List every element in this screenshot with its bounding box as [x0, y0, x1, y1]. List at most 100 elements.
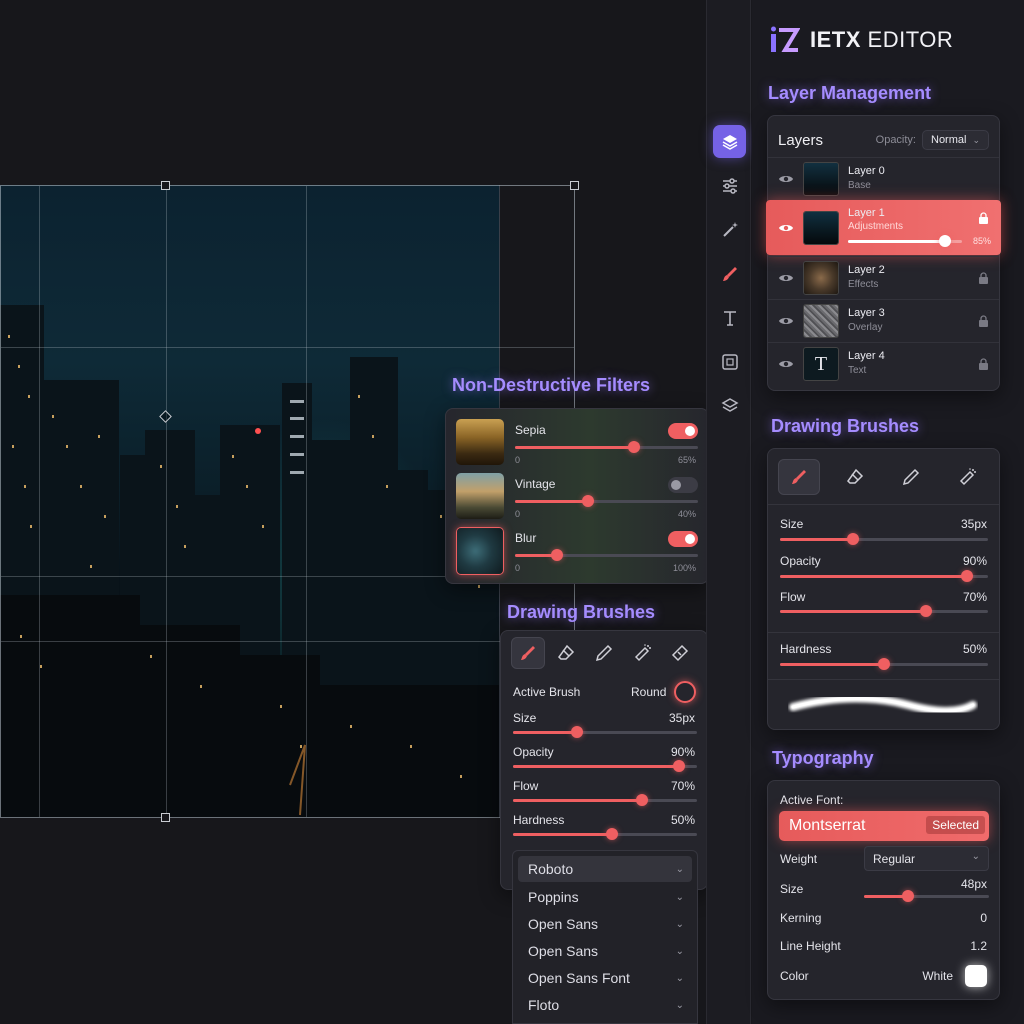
blur-slider[interactable] — [515, 545, 698, 565]
stack-tool[interactable] — [713, 389, 746, 422]
brush-size-slider[interactable] — [780, 529, 988, 549]
vintage-slider[interactable] — [515, 491, 698, 511]
brush-tool-tab[interactable] — [511, 637, 545, 669]
eraser-tool-tab[interactable] — [549, 637, 583, 669]
slider-min: 0 — [515, 563, 521, 573]
layer-row[interactable]: Layer 2 Effects — [768, 256, 999, 299]
layer-name: Layer 4 — [848, 350, 885, 362]
crop-handle-top[interactable] — [161, 181, 170, 190]
round-brush-preview[interactable] — [674, 681, 696, 703]
layer-row-active[interactable]: Layer 1 Adjustments 85% — [766, 200, 1001, 255]
brush-flow-slider[interactable] — [513, 790, 697, 810]
brush-size-slider[interactable] — [513, 722, 697, 742]
blend-mode-value: Normal — [931, 134, 967, 146]
color-value: White — [922, 969, 953, 983]
brush-tool-tab[interactable] — [778, 459, 820, 495]
pencil-tool-tab[interactable] — [890, 459, 932, 495]
brush-opacity-slider[interactable] — [780, 566, 988, 586]
selected-badge: Selected — [926, 816, 985, 834]
font-dropdown[interactable]: Roboto ⌄ Poppins ⌄ Open Sans ⌄ Open Sans ⌄ O… — [512, 850, 698, 1024]
color-swatch[interactable] — [965, 965, 987, 987]
layer-opacity-value: 85% — [972, 236, 991, 246]
lock-icon[interactable] — [978, 358, 989, 371]
layer-thumbnail — [803, 210, 839, 245]
lock-icon[interactable] — [978, 212, 989, 225]
text-tool[interactable] — [713, 301, 746, 334]
filter-name: Sepia — [515, 423, 546, 437]
active-font-selector[interactable]: Montserrat Selected — [779, 811, 989, 841]
active-font-label: Active Font: — [780, 793, 844, 807]
eraser-icon — [847, 468, 864, 484]
lock-icon[interactable] — [978, 272, 989, 285]
brush-hardness-slider[interactable] — [780, 654, 988, 674]
smudge-tool-tab[interactable] — [663, 637, 697, 669]
airbrush-tool-tab[interactable] — [625, 637, 659, 669]
filters-panel: Sepia 0 65% Vintage 0 40% Blur 0 100% — [445, 408, 709, 584]
chevron-down-icon: ⌄ — [675, 918, 684, 930]
sepia-slider[interactable] — [515, 437, 698, 457]
divider — [768, 504, 999, 505]
layer-row[interactable]: Layer 3 Overlay — [768, 299, 999, 342]
app-logo-icon — [771, 26, 800, 52]
layers-tool[interactable] — [713, 125, 746, 158]
airbrush-icon — [959, 468, 976, 486]
sliders-icon — [722, 177, 737, 194]
layer-row[interactable]: Layer 0 Base — [768, 157, 999, 200]
font-size-slider[interactable] — [864, 886, 989, 906]
eye-icon[interactable] — [778, 171, 794, 187]
weight-select[interactable]: Regular ⌄ — [864, 846, 989, 871]
eye-icon[interactable] — [778, 356, 794, 372]
layer-thumbnail: T — [803, 347, 839, 381]
weight-value: Regular — [873, 852, 916, 866]
chevron-down-icon: ⌄ — [971, 851, 980, 862]
airbrush-tool-tab[interactable] — [946, 459, 988, 495]
city-skyline-image — [0, 185, 499, 818]
floating-brushes-title: Drawing Brushes — [507, 602, 656, 622]
brush-flow-slider[interactable] — [780, 601, 988, 621]
font-option[interactable]: Open Sans ⌄ — [518, 938, 692, 964]
blur-thumbnail — [456, 527, 504, 575]
font-option-label: Open Sans — [528, 943, 599, 959]
filters-section-title: Non-Destructive Filters — [452, 375, 651, 395]
pencil-icon — [902, 468, 920, 486]
line-height-value[interactable]: 1.2 — [970, 939, 987, 953]
pencil-tool-tab[interactable] — [587, 637, 621, 669]
slider-min: 0 — [515, 455, 521, 465]
sepia-thumbnail — [456, 419, 504, 465]
font-option[interactable]: Floto ⌄ — [518, 992, 692, 1018]
magic-wand-tool[interactable] — [713, 213, 746, 246]
chevron-down-icon: ⌄ — [972, 134, 980, 145]
eye-icon[interactable] — [778, 220, 794, 236]
layer-opacity-slider[interactable] — [848, 231, 962, 251]
magic-wand-icon — [722, 221, 738, 237]
eraser-tool-tab[interactable] — [834, 459, 876, 495]
eye-icon[interactable] — [778, 270, 794, 286]
brush-tool[interactable] — [713, 257, 746, 290]
layer-thumbnail — [803, 162, 839, 196]
eye-icon[interactable] — [778, 313, 794, 329]
layer-name: Layer 1 — [848, 207, 885, 219]
layer-name: Layer 2 — [848, 264, 885, 276]
crop-handle-top-right[interactable] — [570, 181, 579, 190]
font-option[interactable]: Poppins ⌄ — [518, 884, 692, 910]
line-height-label: Line Height — [780, 939, 841, 953]
layer-row[interactable]: T Layer 4 Text — [768, 342, 999, 385]
city-night-photo[interactable] — [0, 185, 500, 818]
font-option[interactable]: Open Sans ⌄ — [518, 911, 692, 937]
adjustments-tool[interactable] — [713, 169, 746, 202]
font-option-selected[interactable]: Roboto ⌄ — [518, 856, 692, 882]
filter-name: Vintage — [515, 477, 556, 491]
image-frame-tool[interactable] — [713, 345, 746, 378]
crop-handle-bottom[interactable] — [161, 813, 170, 822]
layer-subtitle: Overlay — [848, 322, 883, 333]
lock-icon[interactable] — [978, 315, 989, 328]
airbrush-icon — [634, 644, 651, 662]
font-option[interactable]: Open Sans Font ⌄ — [518, 965, 692, 991]
brushes-panel: Size 35px Opacity 90% Flow 70% Hardness … — [767, 448, 1000, 730]
kerning-value[interactable]: 0 — [980, 911, 987, 925]
brush-hardness-slider[interactable] — [513, 824, 697, 844]
blend-mode-select[interactable]: Normal ⌄ — [922, 130, 989, 150]
brush-opacity-slider[interactable] — [513, 756, 697, 776]
brushes-section-title: Drawing Brushes — [771, 416, 920, 436]
typography-panel: Active Font: Montserrat Selected Weight … — [767, 780, 1000, 1000]
